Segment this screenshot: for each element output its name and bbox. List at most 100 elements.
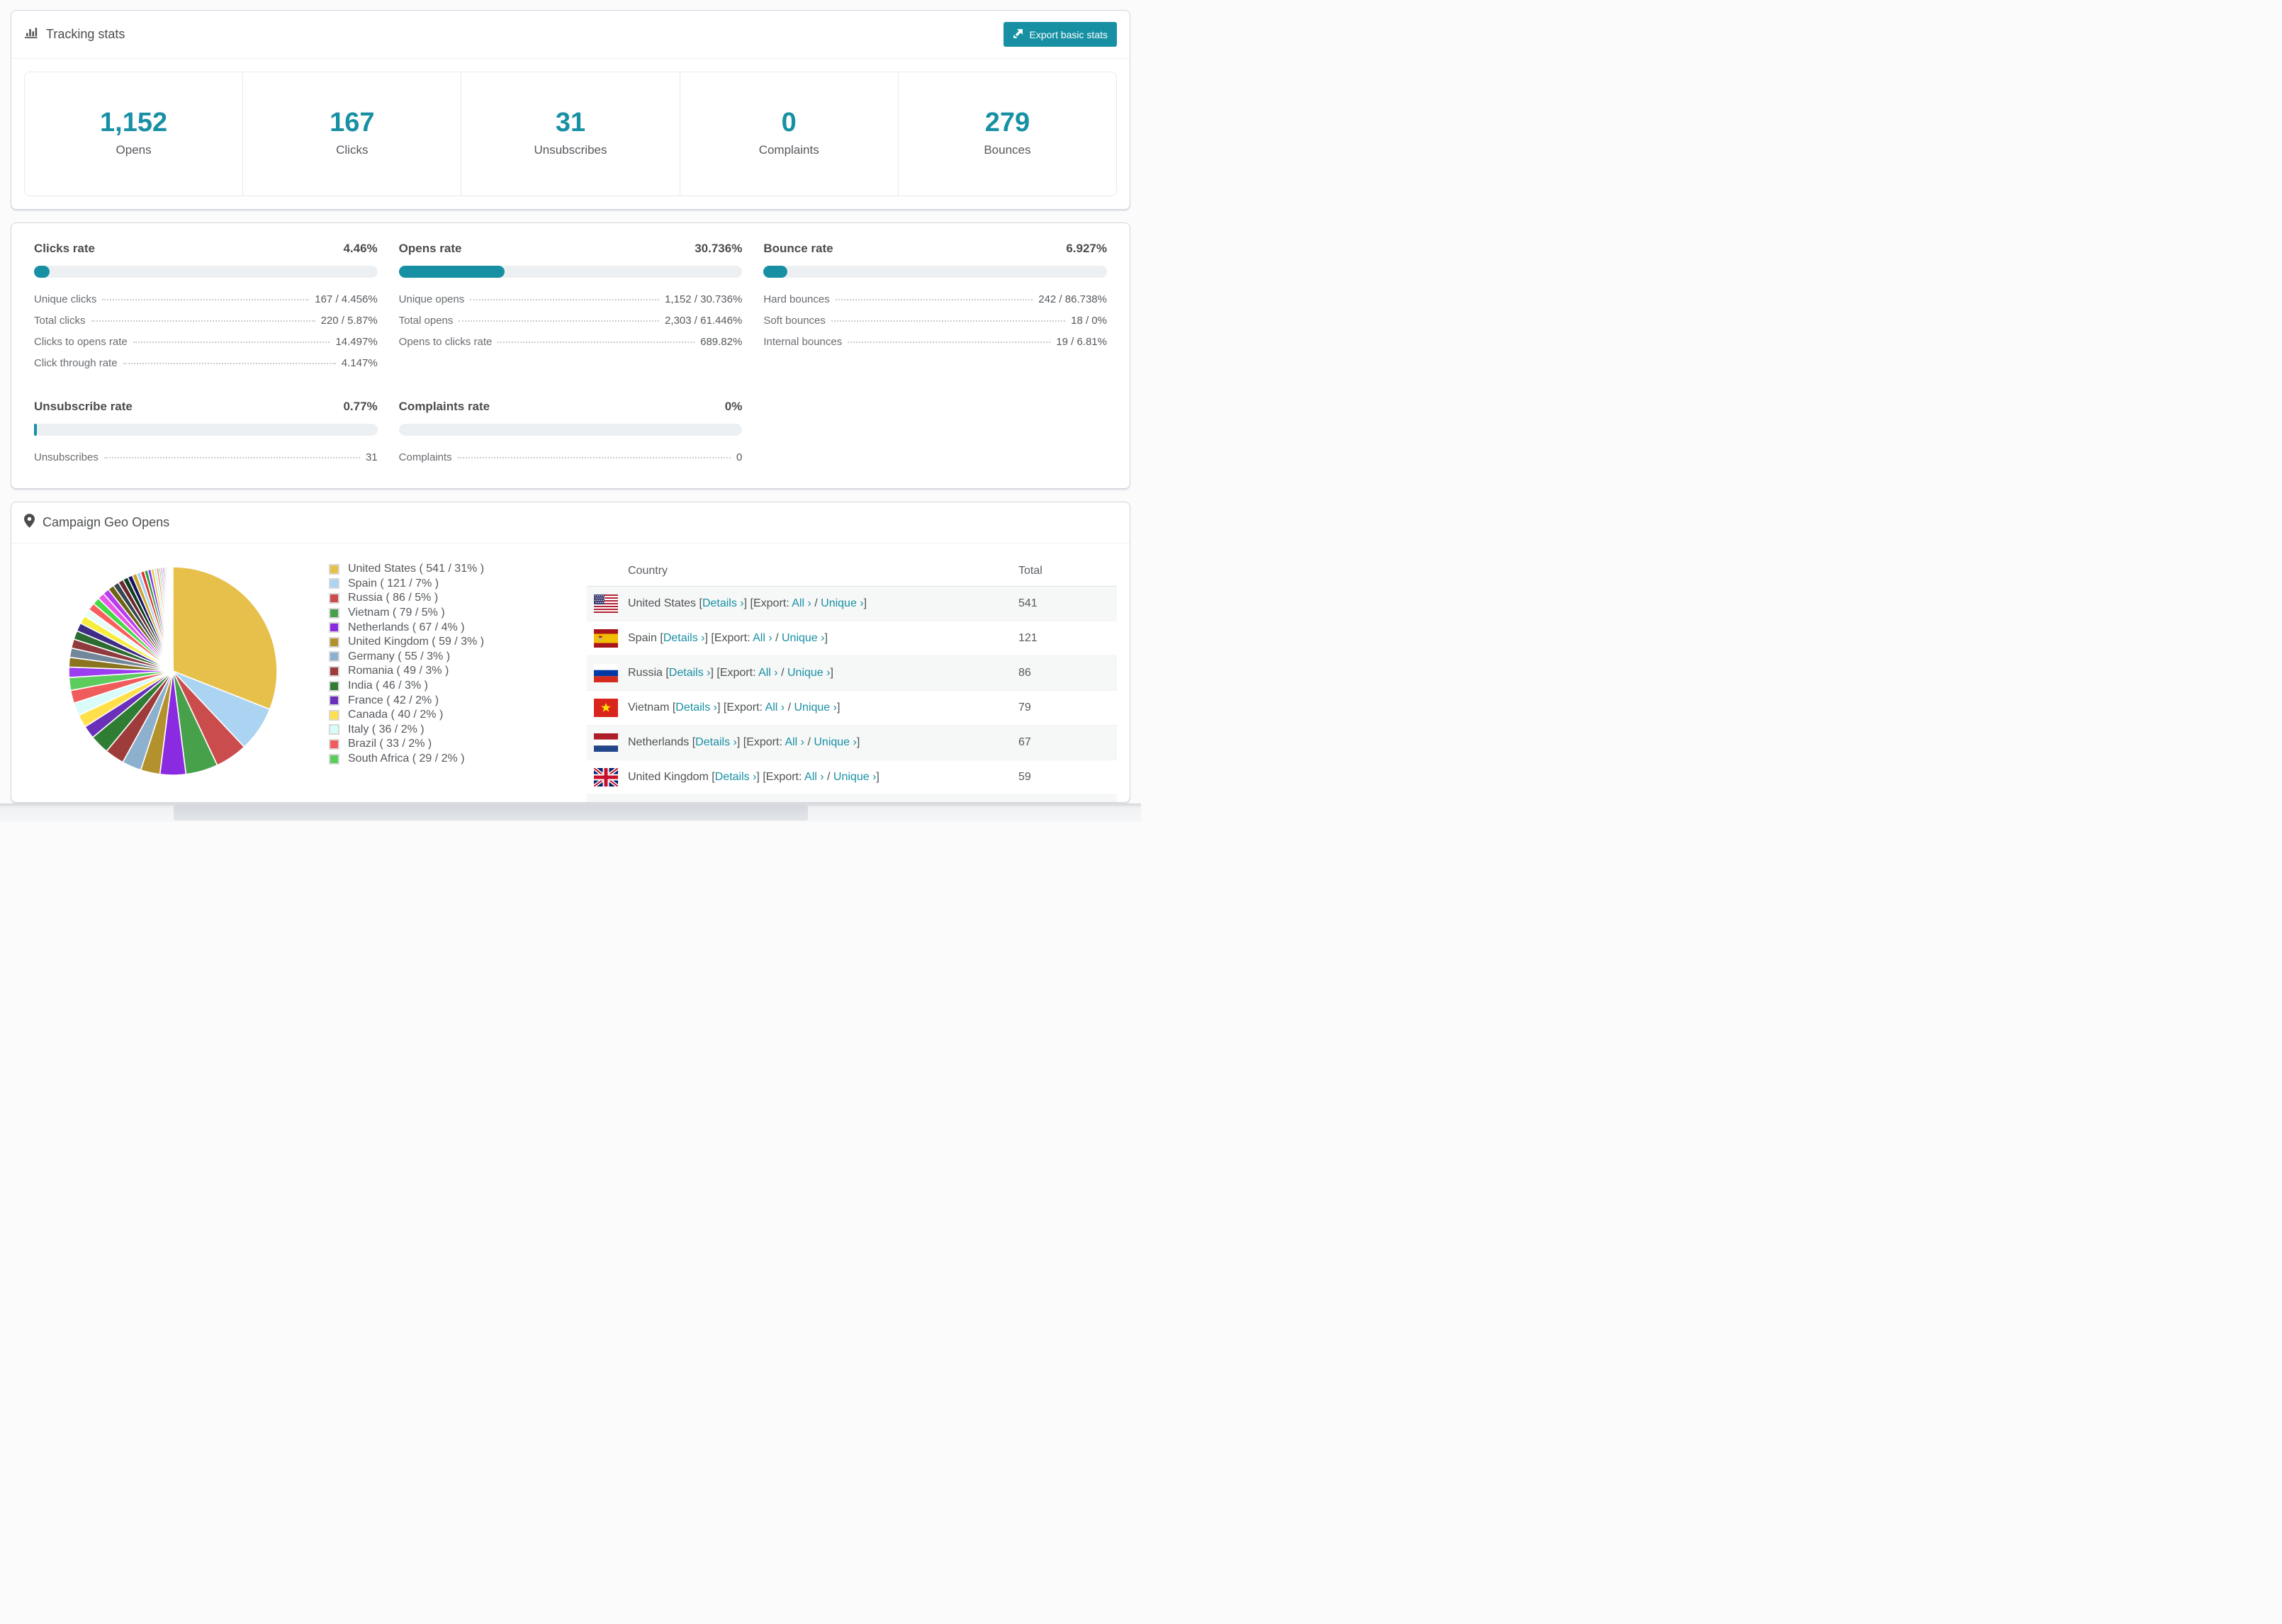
- details-link[interactable]: Details ›: [702, 597, 744, 609]
- flag-es-icon: [594, 629, 618, 648]
- details-link[interactable]: Details ›: [675, 701, 717, 714]
- legend-item: Russia ( 86 / 5% ): [329, 591, 484, 606]
- export-unique-link[interactable]: Unique ›: [787, 667, 830, 679]
- legend-color-swatch: [329, 622, 339, 633]
- rate-rows: Unsubscribes 31: [34, 447, 378, 468]
- legend-label: United Kingdom ( 59 / 3% ): [348, 636, 485, 648]
- legend-label: Spain ( 121 / 7% ): [348, 577, 439, 590]
- summary-stat-label: Clicks: [336, 143, 369, 157]
- geo-table-row: Spain [Details ›] [Export: All › / Uniqu…: [587, 621, 1117, 656]
- country-name: Vietnam [: [628, 701, 676, 714]
- progress-fill: [34, 424, 37, 436]
- summary-stat-cell: 167 Clicks: [243, 72, 462, 196]
- summary-stat-label: Opens: [116, 143, 152, 157]
- dotted-leader: [470, 299, 660, 300]
- closing-bracket: ]: [830, 667, 833, 679]
- rate-row-value: 19 / 6.81%: [1056, 336, 1107, 348]
- scrollbar-thumb[interactable]: [174, 805, 808, 821]
- details-link[interactable]: Details ›: [695, 736, 737, 748]
- total-cell: 59: [1018, 771, 1031, 783]
- details-link[interactable]: Details ›: [663, 632, 705, 644]
- progress-fill: [763, 266, 787, 278]
- export-button-label: Export basic stats: [1029, 28, 1108, 40]
- rate-title: Opens rate: [398, 242, 462, 255]
- geo-panel-header: Campaign Geo Opens: [11, 502, 1130, 543]
- geo-table-header: Country Total: [587, 556, 1117, 587]
- export-unique-link[interactable]: Unique ›: [814, 736, 856, 748]
- export-all-link[interactable]: All ›: [785, 736, 804, 748]
- total-cell: 67: [1018, 736, 1031, 748]
- closing-bracket: ]: [856, 736, 860, 748]
- link-separator: /: [811, 597, 821, 609]
- rate-row: Clicks to opens rate 14.497%: [34, 332, 378, 353]
- closing-bracket: ]: [836, 701, 841, 714]
- dotted-leader: [103, 457, 360, 458]
- geo-table-row: United Kingdom [Details ›] [Export: All …: [587, 760, 1117, 795]
- export-all-link[interactable]: All ›: [804, 771, 824, 783]
- geo-table-row: Vietnam [Details ›] [Export: All › / Uni…: [587, 691, 1117, 726]
- export-unique-link[interactable]: Unique ›: [794, 701, 836, 714]
- details-link[interactable]: Details ›: [715, 771, 757, 783]
- link-separator: /: [785, 701, 794, 714]
- rate-row: Unsubscribes 31: [34, 447, 378, 468]
- horizontal-scrollbar[interactable]: [0, 803, 1141, 822]
- rate-title: Complaints rate: [398, 400, 490, 413]
- country-name: United Kingdom [: [628, 771, 715, 783]
- export-unique-link[interactable]: Unique ›: [821, 597, 863, 609]
- rate-rows: Hard bounces 242 / 86.738% Soft bounces …: [763, 289, 1107, 353]
- rate-row: Hard bounces 242 / 86.738%: [763, 289, 1107, 310]
- export-all-link[interactable]: All ›: [758, 667, 778, 679]
- legend-item: India ( 46 / 3% ): [329, 679, 484, 694]
- progress-bar: [34, 266, 378, 278]
- export-basic-stats-button[interactable]: Export basic stats: [1003, 22, 1117, 47]
- legend-label: Italy ( 36 / 2% ): [348, 723, 425, 735]
- total-column-header: Total: [1018, 565, 1042, 577]
- legend-item: France ( 42 / 2% ): [329, 693, 484, 708]
- rate-row-value: 1,152 / 30.736%: [665, 293, 743, 305]
- legend-label: Russia ( 86 / 5% ): [348, 592, 439, 604]
- dotted-leader: [831, 320, 1066, 322]
- dotted-leader: [848, 342, 1051, 343]
- total-cell: 79: [1018, 701, 1031, 714]
- export-all-link[interactable]: All ›: [765, 701, 785, 714]
- rate-row: Unique opens 1,152 / 30.736%: [399, 289, 743, 310]
- link-separator: /: [772, 632, 782, 644]
- summary-stat-cell: 279 Bounces: [899, 72, 1116, 196]
- export-all-link[interactable]: All ›: [753, 632, 772, 644]
- legend-label: Canada ( 40 / 2% ): [348, 709, 444, 721]
- link-separator: /: [777, 667, 787, 679]
- rate-row-value: 167 / 4.456%: [315, 293, 378, 305]
- export-label: ] [Export:: [756, 771, 805, 783]
- country-cell: Russia [Details ›] [Export: All › / Uniq…: [628, 667, 1018, 680]
- link-separator: /: [824, 771, 833, 783]
- country-cell: United States [Details ›] [Export: All ›…: [628, 597, 1018, 610]
- progress-bar: [398, 424, 743, 436]
- geo-body: United States ( 541 / 31% ) Spain ( 121 …: [11, 543, 1130, 802]
- legend-color-swatch: [329, 695, 339, 706]
- legend-color-swatch: [329, 607, 339, 619]
- tracking-stats-header: Tracking stats Export basic stats: [11, 11, 1130, 59]
- dotted-leader: [457, 457, 731, 458]
- legend-color-swatch: [329, 636, 339, 648]
- country-cell: Netherlands [Details ›] [Export: All › /…: [628, 736, 1018, 749]
- details-link[interactable]: Details ›: [669, 667, 711, 679]
- rate-row: Opens to clicks rate 689.82%: [399, 332, 743, 353]
- dotted-leader: [123, 363, 336, 364]
- export-label: ] [Export:: [736, 736, 785, 748]
- geo-table-rows: United States [Details ›] [Export: All ›…: [587, 587, 1117, 802]
- legend-label: South Africa ( 29 / 2% ): [348, 752, 465, 765]
- summary-stat-label: Unsubscribes: [534, 143, 607, 157]
- rate-row: Total opens 2,303 / 61.446%: [399, 310, 743, 332]
- geo-legend: United States ( 541 / 31% ) Spain ( 121 …: [329, 562, 484, 766]
- rate-value: 4.46%: [343, 242, 378, 255]
- rate-row-label: Complaints: [398, 451, 452, 463]
- legend-item: United Kingdom ( 59 / 3% ): [329, 635, 484, 650]
- export-unique-link[interactable]: Unique ›: [782, 632, 824, 644]
- rate-value: 30.736%: [695, 242, 743, 255]
- country-name: Russia [: [628, 667, 669, 679]
- complaints-rate-block: Complaints rate 0% Complaints 0: [398, 400, 743, 468]
- export-unique-link[interactable]: Unique ›: [833, 771, 876, 783]
- export-all-link[interactable]: All ›: [792, 597, 811, 609]
- summary-stats-row: 1,152 Opens 167 Clicks 31 Unsubscribes 0…: [24, 72, 1117, 196]
- total-cell: 121: [1018, 632, 1038, 644]
